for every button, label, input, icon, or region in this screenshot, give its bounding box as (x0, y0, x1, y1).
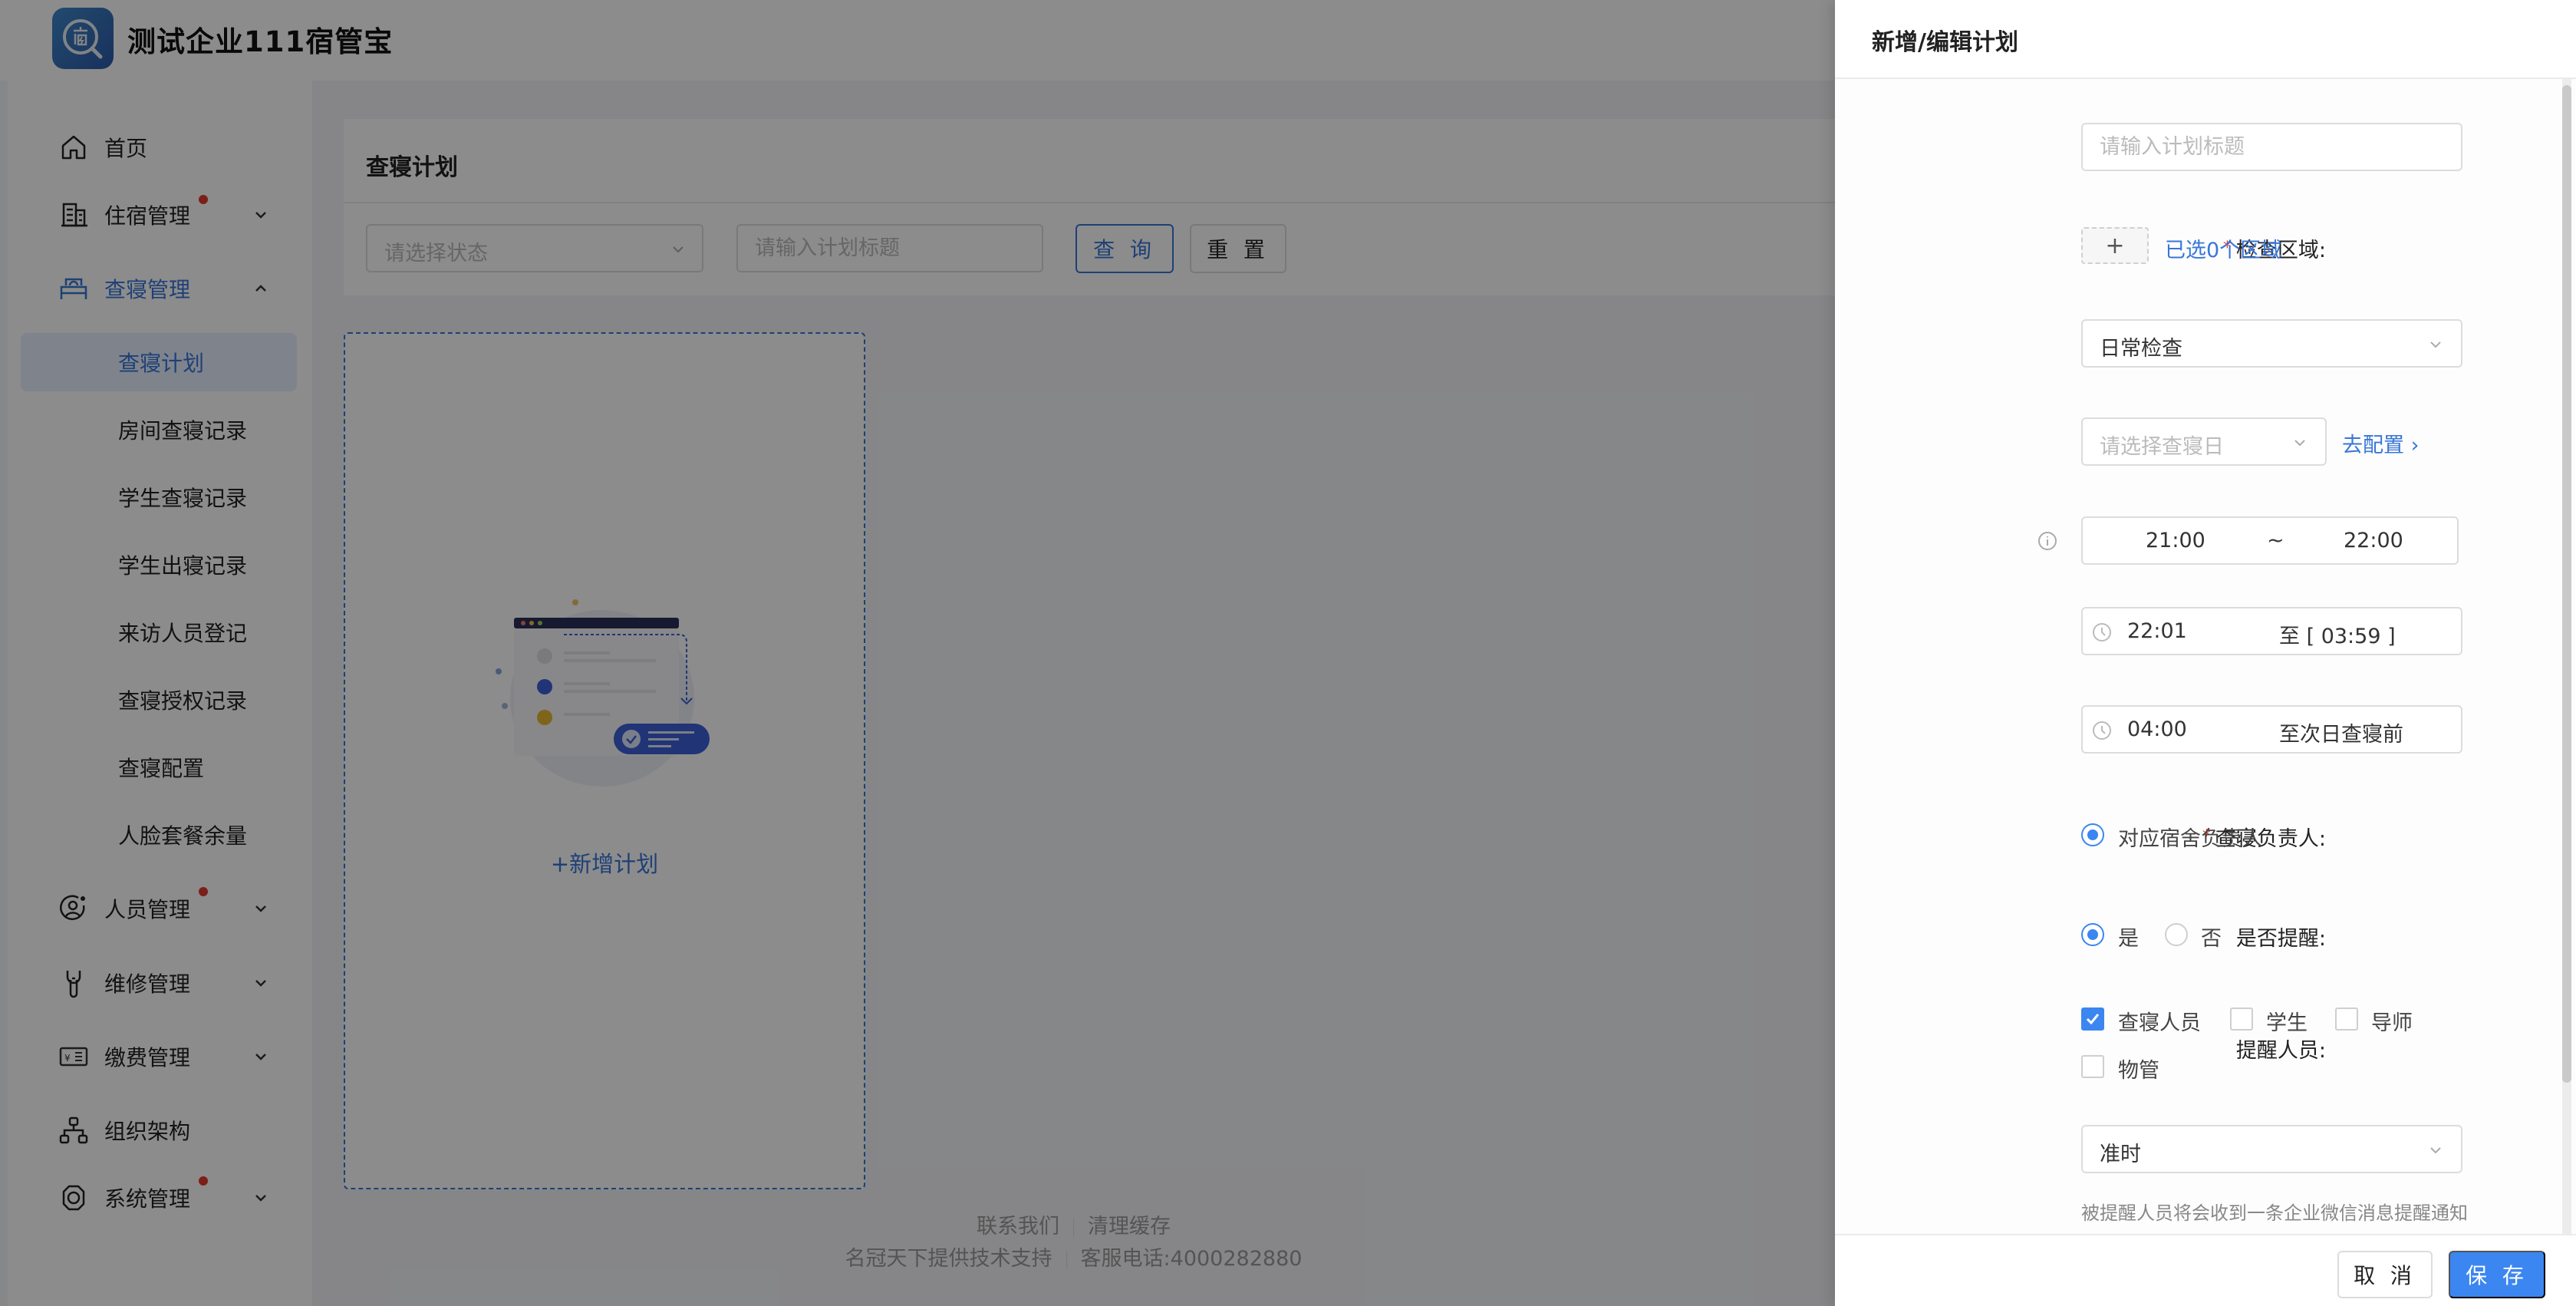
remind-time-value: 准时 (2100, 1143, 2141, 1166)
chevron-down-icon (2430, 1147, 2441, 1154)
remind-radio-no[interactable] (2165, 923, 2188, 946)
form-row-inspector: * 查寝负责人: 对应宿舍负责人 (1835, 816, 2556, 854)
no-return-time-picker[interactable]: 04:00 至次日查寝前 (2081, 705, 2462, 754)
remind-option-label[interactable]: 物管 (2118, 1054, 2159, 1083)
remind-no-label[interactable]: 否 (2201, 922, 2222, 951)
edit-plan-drawer: 新增/编辑计划 *计划标题: *检查区域: + 已选0个区域 *检查类型: (1835, 0, 2576, 1306)
plan-title-field[interactable] (2083, 124, 2461, 170)
late-return-time-picker[interactable]: 22:01 至 [ 03:59 ] (2081, 607, 2462, 655)
check-day-placeholder: 请选择查寝日 (2100, 435, 2224, 459)
form-row-plan-title: *计划标题: (1835, 123, 2556, 171)
check-type-select[interactable]: 日常检查 (2081, 319, 2462, 368)
remind-checkbox-property[interactable] (2081, 1055, 2104, 1078)
remind-hint-text: 被提醒人员将会收到一条企业微信消息提醒通知 (2081, 1202, 2468, 1224)
checkmark-icon (2086, 1014, 2100, 1025)
drawer-footer: 取 消 保 存 (1835, 1234, 2576, 1306)
cancel-button[interactable]: 取 消 (2337, 1251, 2433, 1298)
no-return-start: 04:00 (2127, 717, 2187, 741)
remind-option-label[interactable]: 查寝人员 (2118, 1006, 2201, 1036)
remind-time-select[interactable]: 准时 (2081, 1125, 2462, 1173)
form-row-late-return: *晚归时间: 22:01 至 [ 03:59 ] (1835, 607, 2556, 655)
remind-checkbox-inspector[interactable] (2081, 1008, 2104, 1031)
drawer-title: 新增/编辑计划 (1872, 29, 2018, 56)
no-return-end: 至次日查寝前 (2279, 723, 2403, 747)
save-button[interactable]: 保 存 (2449, 1251, 2545, 1298)
period-start-time[interactable]: 21:00 (2146, 529, 2205, 552)
form-row-no-return: *夜不归宿时间: 04:00 至次日查寝前 (1835, 705, 2556, 754)
clock-icon (2093, 721, 2111, 740)
period-end-time[interactable]: 22:00 (2344, 529, 2403, 552)
late-return-end: 至 [ 03:59 ] (2279, 625, 2396, 648)
check-type-value: 日常检查 (2100, 337, 2182, 361)
go-config-link[interactable]: 去配置 › (2342, 428, 2419, 458)
remind-option-label[interactable]: 导师 (2371, 1006, 2413, 1036)
app-root: 测试企业111宿管宝 首页 住宿管理 查寝管理 查寝计划 房间查寝记录 学生查寝… (0, 0, 2576, 1306)
form-row-remind-people: 提醒人员: 查寝人员 学生 导师 物管 (1835, 1000, 2556, 1100)
chevron-down-icon (2294, 440, 2305, 447)
remind-checkbox-student[interactable] (2230, 1008, 2253, 1031)
modal-overlay[interactable] (0, 0, 1835, 1306)
form-row-check-day: *查寝日: 请选择查寝日 去配置 › (1835, 417, 2556, 466)
check-period-range-picker[interactable]: 21:00 ~ 22:00 (2081, 516, 2459, 565)
form-row-remind: 是否提醒: 是 否 (1835, 915, 2556, 954)
period-separator: ~ (2267, 529, 2284, 552)
late-return-start: 22:01 (2127, 619, 2187, 643)
remind-checkbox-tutor[interactable] (2335, 1008, 2358, 1031)
clock-icon (2093, 623, 2111, 641)
inspector-option-label[interactable]: 对应宿舍负责人 (2118, 822, 2263, 852)
scrollbar-thumb[interactable] (2562, 85, 2571, 1083)
form-row-check-type: *检查类型: 日常检查 (1835, 319, 2556, 368)
remind-label: 是否提醒: (2235, 927, 2326, 951)
form-row-check-period: *检查时段: 21:00 ~ 22:00 (1835, 516, 2556, 565)
plan-title-input[interactable] (2081, 123, 2462, 171)
chevron-down-icon (2430, 341, 2441, 348)
check-day-select[interactable]: 请选择查寝日 (2081, 417, 2327, 466)
info-icon[interactable] (2037, 530, 2058, 552)
drawer-body: *计划标题: *检查区域: + 已选0个区域 *检查类型: 日常检查 (1835, 79, 2576, 1234)
remind-option-label[interactable]: 学生 (2266, 1006, 2308, 1036)
inspector-radio-dorm-manager[interactable] (2081, 823, 2104, 846)
drawer-header: 新增/编辑计划 (1835, 0, 2576, 79)
remind-radio-yes[interactable] (2081, 923, 2104, 946)
form-row-remind-time: 提醒时间: 准时 被提醒人员将会收到一条企业微信消息提醒通知 (1835, 1125, 2556, 1224)
selected-areas-link[interactable]: 已选0个区域 (2165, 233, 2281, 263)
add-area-button[interactable]: + (2081, 227, 2149, 264)
chevron-right-icon: › (2410, 434, 2420, 457)
remind-yes-label[interactable]: 是 (2118, 922, 2139, 951)
form-row-area: * 检查区域: + 已选0个区域 (1835, 227, 2556, 265)
remind-people-label: 提醒人员: (2235, 1039, 2326, 1063)
